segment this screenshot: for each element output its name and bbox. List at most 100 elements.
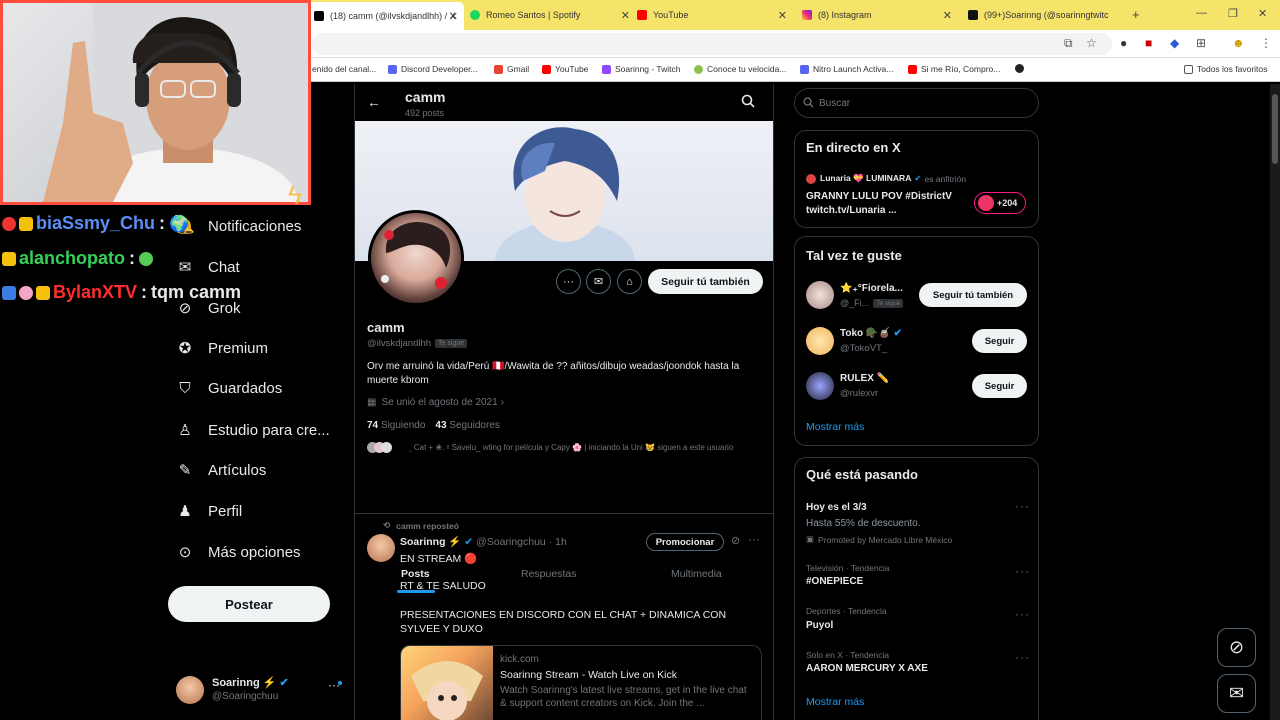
- suggested-user-name[interactable]: ⭐₊°Fiorela...: [840, 283, 903, 294]
- extension-icon[interactable]: ●: [1120, 36, 1127, 50]
- trend-title[interactable]: Hoy es el 3/3: [806, 502, 867, 513]
- all-bookmarks[interactable]: Todos los favoritos: [1184, 64, 1267, 74]
- tab-x-profile[interactable]: (18) camm (@ilvskdjandlhh) / X ✕: [306, 2, 464, 30]
- bookmark-item[interactable]: Soarinng - Twitch: [602, 64, 681, 74]
- live-host[interactable]: Lunaria 💝 LUMINARA ✔ es anfitrión: [806, 173, 966, 184]
- bookmark-item[interactable]: Si me Río, Compro...: [908, 64, 1000, 74]
- trend-title[interactable]: Puyol: [806, 620, 833, 631]
- follow-button[interactable]: Seguir: [972, 329, 1027, 353]
- followed-by-text[interactable]: ˳ Cat + ❀. ᵡ Savelu_ wting for película …: [409, 442, 764, 453]
- post-author[interactable]: Soarinng ⚡: [400, 536, 462, 548]
- tab-instagram[interactable]: (8) Instagram ✕: [802, 4, 952, 26]
- sidebar-item-guardados[interactable]: ⛉ Guardados: [176, 380, 282, 397]
- bookmark-item[interactable]: Conoce tu velocida...: [694, 64, 786, 74]
- folder-icon: [1184, 64, 1193, 74]
- live-event-title[interactable]: GRANNY LULU POV #DistrictV twitch.tv/Lun…: [806, 190, 971, 218]
- account-name-text: Soarinng ⚡: [212, 677, 277, 689]
- sidebar-item-articulos[interactable]: ✎ Artículos: [176, 461, 267, 480]
- scrollbar-thumb[interactable]: [1272, 94, 1278, 164]
- following-link[interactable]: 74 Siguiendo: [367, 420, 425, 431]
- more-options-button[interactable]: ···: [556, 269, 581, 294]
- promoted-text: Promoted by Mercado Libre México: [818, 534, 953, 545]
- sidebar-item-label: Premium: [208, 339, 269, 357]
- tab-spotify[interactable]: Romeo Santos | Spotify ✕: [470, 4, 630, 26]
- person-icon: ♟: [178, 503, 192, 520]
- post[interactable]: ⟲ camm reposteó Soarinng ⚡ ✔ @Soaringchuu…: [355, 514, 773, 720]
- follow-back-button[interactable]: Seguir tú también: [919, 283, 1027, 307]
- overlay-chat-line: alanchopato :: [2, 248, 154, 269]
- sidebar-item-chat[interactable]: ✉ Chat: [176, 258, 240, 277]
- minimize-icon[interactable]: —: [1196, 7, 1207, 19]
- avatar[interactable]: [806, 372, 834, 400]
- puzzle-icon[interactable]: ⊞: [1196, 36, 1206, 50]
- promoted-row: ▣ Promoted by Mercado Libre México: [806, 534, 952, 545]
- maximize-icon[interactable]: ❐: [1228, 7, 1238, 20]
- joined-date[interactable]: ▦ Se unió el agosto de 2021 ›: [367, 397, 504, 408]
- avatar[interactable]: ☻: [1232, 36, 1245, 50]
- install-icon[interactable]: ⧉: [1064, 36, 1073, 51]
- close-icon[interactable]: ✕: [449, 10, 458, 23]
- tab-tiktok[interactable]: (99+)Soarinng (@soarinngtwitc: [968, 4, 1128, 26]
- new-tab-icon[interactable]: +: [1132, 7, 1140, 22]
- more-icon[interactable]: ···: [748, 532, 760, 546]
- star-icon[interactable]: ☆: [1086, 36, 1097, 50]
- sidebar-item-notificaciones[interactable]: 🔔 Notificaciones: [176, 217, 301, 236]
- close-icon[interactable]: ✕: [621, 9, 630, 22]
- sidebar-item-perfil[interactable]: ♟ Perfil: [176, 502, 242, 521]
- more-icon[interactable]: ···: [1015, 564, 1030, 578]
- live-listeners-pill[interactable]: +204: [974, 192, 1026, 214]
- link-card[interactable]: kick.com Soarinng Stream - Watch Live on…: [400, 645, 762, 720]
- suggested-user-name[interactable]: RULEX ✏️: [840, 373, 889, 384]
- extension-icon[interactable]: ◆: [1170, 36, 1179, 50]
- avatar: [978, 195, 994, 211]
- bookmark-item[interactable]: enido del canal...: [312, 64, 376, 74]
- profile-avatar[interactable]: [368, 210, 464, 306]
- message-button[interactable]: ✉: [586, 269, 611, 294]
- suggested-user-name[interactable]: Toko 🪖🧉 ✔: [840, 328, 902, 339]
- avatar[interactable]: [367, 534, 395, 562]
- close-icon[interactable]: ✕: [778, 9, 787, 22]
- post-button[interactable]: Postear: [168, 586, 330, 622]
- avatar[interactable]: [806, 327, 834, 355]
- bookmark-item[interactable]: Discord Developer...: [388, 64, 478, 74]
- follow-button[interactable]: Seguir: [972, 374, 1027, 398]
- instagram-icon: [802, 10, 812, 20]
- menu-dots-icon[interactable]: ⋮: [1260, 36, 1272, 50]
- more-icon[interactable]: ···: [1015, 650, 1030, 664]
- more-icon[interactable]: ···: [328, 678, 340, 692]
- search-icon[interactable]: [741, 94, 755, 111]
- grok-floating-button[interactable]: ⊘: [1217, 628, 1256, 667]
- bookmark-item[interactable]: YouTube: [542, 64, 588, 74]
- chat-username: BylanXTV: [53, 282, 138, 302]
- url-input[interactable]: [312, 33, 1112, 55]
- close-icon[interactable]: ✕: [943, 9, 952, 22]
- show-more-link[interactable]: Mostrar más: [806, 421, 864, 433]
- sidebar-item-estudio[interactable]: ♙ Estudio para cre...: [176, 421, 329, 440]
- trend-title[interactable]: #ONEPIECE: [806, 576, 863, 587]
- show-more-link[interactable]: Mostrar más: [806, 696, 864, 708]
- bookmark-item[interactable]: Nitro Launch Activa...: [800, 64, 893, 74]
- subscribe-button[interactable]: ⌂: [617, 269, 642, 294]
- followers-link[interactable]: 43 Seguidores: [435, 420, 500, 431]
- back-arrow-icon[interactable]: ←: [367, 94, 381, 110]
- follow-back-button[interactable]: Seguir tú también: [648, 269, 763, 294]
- tab-youtube[interactable]: YouTube ✕: [637, 4, 787, 26]
- tab-title: YouTube: [653, 10, 689, 20]
- avatar[interactable]: [806, 281, 834, 309]
- grok-icon[interactable]: ⊘: [731, 534, 740, 547]
- more-icon[interactable]: ···: [1015, 607, 1030, 621]
- account-switcher[interactable]: Soarinng ⚡ ✔ @Soaringchuu ···: [172, 672, 352, 708]
- window-close-icon[interactable]: ✕: [1258, 7, 1267, 20]
- twitch-icon: [602, 64, 611, 74]
- promote-button[interactable]: Promocionar: [646, 533, 724, 551]
- scrollbar[interactable]: [1270, 84, 1280, 720]
- bookmark-item[interactable]: Gmail: [494, 64, 529, 74]
- trend-title[interactable]: AARON MERCURY X AXE: [806, 663, 928, 674]
- sidebar-item-premium[interactable]: ✪ Premium: [176, 339, 269, 358]
- bookmark-item[interactable]: [1015, 64, 1028, 73]
- extension-icon[interactable]: ■: [1145, 36, 1152, 50]
- messages-floating-button[interactable]: ✉: [1217, 674, 1256, 713]
- more-icon[interactable]: ···: [1015, 499, 1030, 513]
- search-input[interactable]: Buscar: [794, 88, 1039, 118]
- sidebar-item-mas-opciones[interactable]: ⊙ Más opciones: [176, 543, 301, 562]
